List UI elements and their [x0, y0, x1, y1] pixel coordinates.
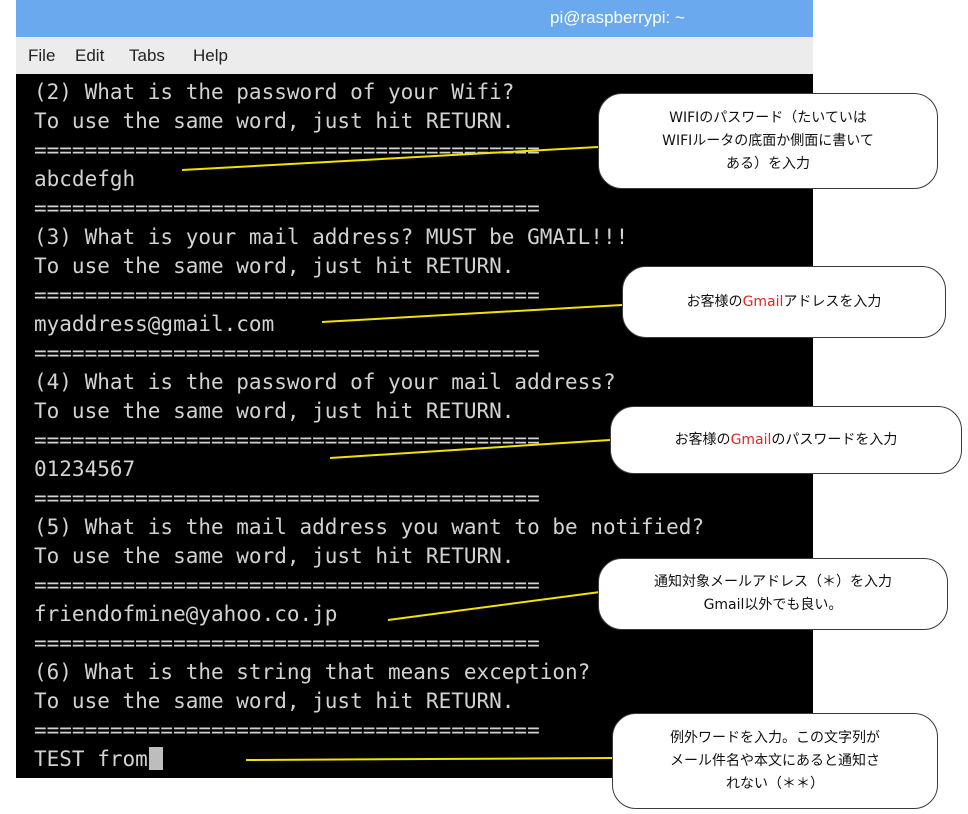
callout-wifi-password: WIFIのパスワード（たいていは WIFIルータの底面か側面に書いて ある）を入… [598, 93, 938, 189]
callout-text: れない（＊＊） [726, 775, 824, 792]
callout-exception-word: 例外ワードを入力。この文字列が メール件名や本文にあると通知さ れない（＊＊） [612, 713, 938, 809]
arrow-exception [245, 752, 621, 763]
callout-text: WIFIルータの底面か側面に書いて [662, 132, 874, 149]
callout-gmail-password: お客様のGmailのパスワードを入力 [610, 406, 962, 474]
callout-notify-address: 通知対象メールアドレス（＊）を入力 Gmail以外でも良い。 [598, 558, 948, 630]
callout-text: ある）を入力 [725, 155, 810, 172]
callout-text: アドレスを入力 [783, 293, 882, 310]
callout-text: 通知対象メールアドレス（＊）を入力 [654, 574, 892, 590]
arrow-notify [387, 585, 609, 621]
callout-text: 例外ワードを入力。この文字列が [670, 729, 880, 746]
callout-gmail-highlight: Gmail [730, 431, 772, 448]
callout-text: お客様の [674, 431, 731, 448]
callout-text: メール件名や本文にあると通知さ [670, 752, 880, 769]
arrow-gmail-address [321, 299, 631, 323]
callout-text: のパスワードを入力 [771, 431, 898, 448]
arrow-wifi [181, 141, 607, 171]
callout-text: Gmail以外でも良い。 [703, 597, 843, 613]
callout-text: お客様の [686, 293, 743, 310]
callout-gmail-highlight: Gmail [742, 293, 784, 310]
arrow-gmail-password [329, 434, 619, 459]
callout-text: WIFIのパスワード（たいていは [669, 109, 867, 126]
callout-gmail-address: お客様のGmailアドレスを入力 [622, 266, 946, 338]
